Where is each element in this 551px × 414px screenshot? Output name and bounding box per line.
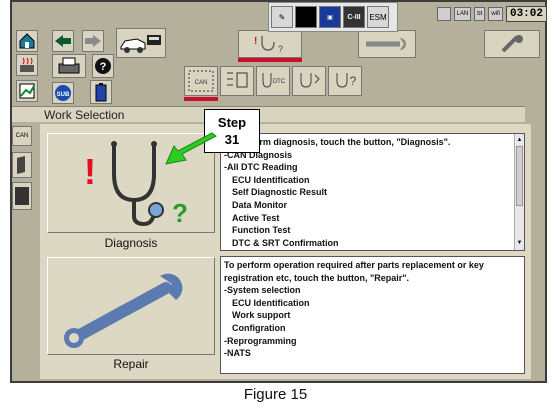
scroll-up-icon[interactable]: ▲ [516,134,523,147]
side-can-label: CAN [15,133,29,139]
bt-icon: bt [474,7,486,21]
svg-text:!: ! [254,36,257,47]
can-tool-label: CAN [195,80,208,86]
side-can-button[interactable]: CAN [12,126,32,146]
scrollbar[interactable]: ▲ ▼ [514,134,524,250]
dtc-tool-button[interactable]: DTC [256,66,290,96]
description-line: Function Test [232,225,291,236]
svg-text:?: ? [350,74,357,88]
esm-icon[interactable]: ESM [367,6,389,28]
diagnosis-lines: To perform diagnosis, touch the button, … [224,136,521,249]
description-line: Work support [232,310,291,321]
home-button[interactable] [16,30,38,52]
repair-description: To perform operation required after part… [220,256,525,374]
page-title: Work Selection [44,108,125,122]
repair-button[interactable] [47,257,215,355]
lan-icon: LAN [453,7,472,21]
description-line: -Reprogramming [224,335,297,346]
question-tool-button[interactable]: ? [328,66,362,96]
description-line: -CAN Diagnosis [224,149,293,160]
repair-lines: To perform operation required after part… [224,259,521,360]
sub-label: SUB [57,92,70,98]
description-line: Data Monitor [232,199,287,210]
black-square-icon[interactable] [295,6,317,28]
side-file-button[interactable] [12,182,32,210]
description-line: DTC & SRT Confirmation [232,237,339,248]
help-icon[interactable]: ? [92,54,114,78]
description-line: -All DTC Reading [224,162,298,173]
pen-icon[interactable]: ✎ [271,6,293,28]
sub-button[interactable]: SUB [52,82,74,104]
description-line: ECU Identification [232,297,310,308]
description-line: -System selection [224,285,301,296]
graph-icon[interactable] [16,80,38,102]
side-folder-button[interactable] [12,152,32,178]
sub-tab-indicator [184,97,218,101]
wifi-icon: wifi [488,7,503,21]
description-line: Active Test [232,212,280,223]
scroll-thumb[interactable] [516,146,523,206]
back-button[interactable] [52,30,74,52]
forward-button[interactable] [82,30,104,52]
tools-tab-icon[interactable] [484,30,540,58]
diagnosis-label: Diagnosis [104,236,158,250]
description-line: ECU Identification [232,174,310,185]
callout-step-label: Step [217,115,247,130]
svg-text:?: ? [172,198,188,228]
printer-icon[interactable] [52,54,86,78]
diagnosis-description[interactable]: To perform diagnosis, touch the button, … [220,133,525,251]
description-line: -NATS [224,348,251,359]
stethoscope-tool-button[interactable] [292,66,326,96]
status-area: LAN bt wifi 03:02 [436,6,547,22]
repair-tab-icon[interactable] [358,30,416,58]
green-arrow-icon [165,132,217,165]
clock: 03:02 [505,6,547,22]
ecu-tool-button[interactable] [220,66,254,96]
description-line: Configration [232,322,286,333]
description-line: Self Diagnostic Result [232,187,328,198]
heater-icon[interactable] [16,54,38,76]
scroll-down-icon[interactable]: ▼ [516,237,523,250]
diagnosis-tab-icon[interactable]: !? [238,30,302,58]
wrench-icon [64,273,183,348]
description-line: To perform diagnosis, touch the button, … [224,137,451,147]
can-tool-button[interactable]: CAN [184,66,218,96]
active-tab-indicator [238,58,302,62]
svg-text:?: ? [278,44,283,54]
figure-caption: Figure 15 [243,386,308,403]
header-bar: Work Selection [12,106,525,122]
c-iii-icon[interactable]: C-III [343,6,365,28]
description-line: registration etc, touch the button, "Rep… [224,272,410,283]
screen-icon[interactable]: ▣ [319,6,341,28]
repair-label: Repair [113,357,149,371]
blank-status-icon [436,7,451,21]
dtc-tool-label: DTC [273,79,286,85]
svg-text:!: ! [84,151,96,192]
description-line: To perform operation required after part… [224,260,484,270]
floating-taskbar: ✎ ▣ C-III ESM [268,2,398,32]
svg-text:?: ? [100,61,107,73]
battery-icon[interactable] [90,80,112,104]
vehicle-icon[interactable] [116,28,166,58]
